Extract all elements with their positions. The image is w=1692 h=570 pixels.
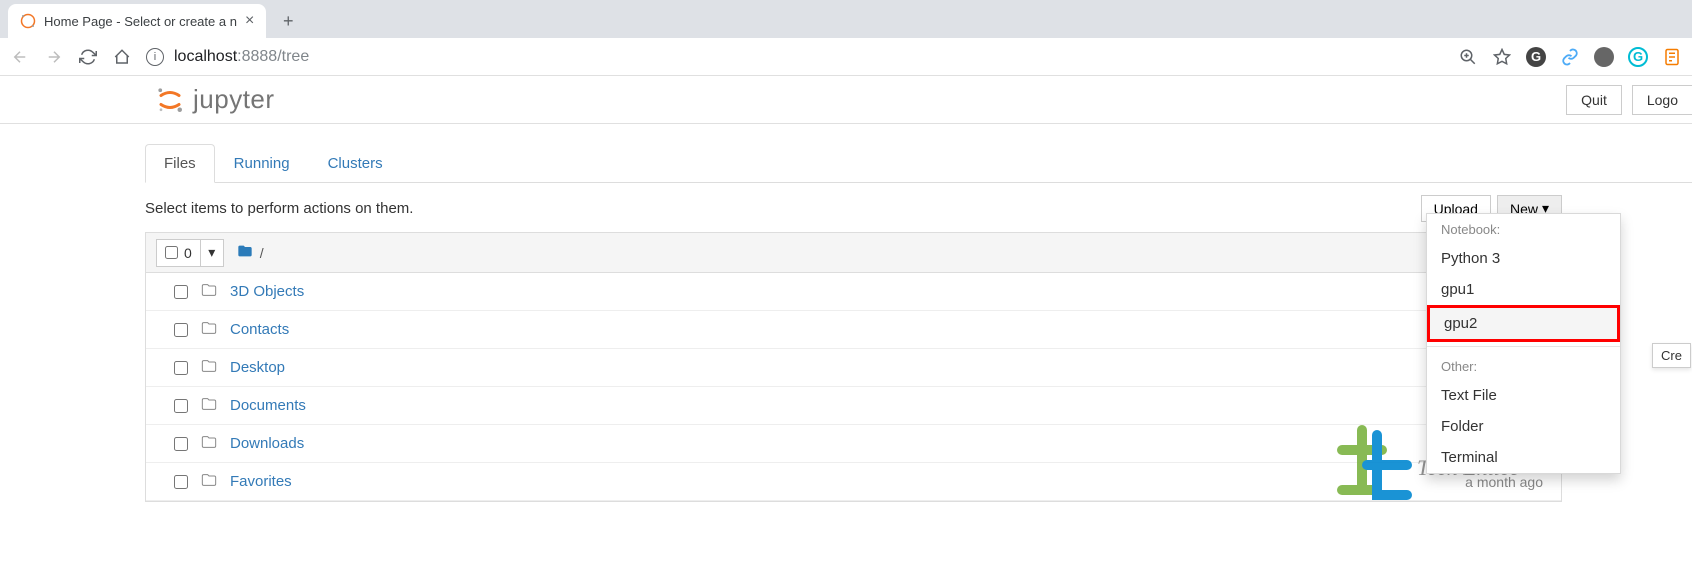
file-modified: a month ago xyxy=(1465,474,1543,490)
select-group: 0 ▾ xyxy=(156,239,224,267)
close-icon[interactable]: × xyxy=(245,12,254,30)
tab-files[interactable]: Files xyxy=(145,144,215,183)
file-list: 0 ▾ / Name Notebook: Python 3 gpu1 gpu2 … xyxy=(145,232,1562,502)
folder-outline-icon xyxy=(200,396,218,415)
forward-button[interactable] xyxy=(44,47,64,67)
select-menu-caret[interactable]: ▾ xyxy=(201,240,223,266)
jupyter-logo-icon xyxy=(155,85,185,115)
dropdown-item-gpu2[interactable]: gpu2 xyxy=(1427,305,1620,342)
tab-clusters[interactable]: Clusters xyxy=(309,144,402,183)
extension-icon-link[interactable] xyxy=(1560,47,1580,67)
extension-icon-doc[interactable] xyxy=(1662,47,1682,67)
row-checkbox[interactable] xyxy=(174,475,188,489)
select-all-checkbox[interactable] xyxy=(165,246,178,259)
browser-tab-title: Home Page - Select or create a n xyxy=(44,14,237,29)
file-name[interactable]: Documents xyxy=(230,397,306,414)
dropdown-divider xyxy=(1427,346,1620,347)
jupyter-logo-text: jupyter xyxy=(193,84,275,115)
url-field[interactable]: i localhost:8888/tree xyxy=(146,48,1444,66)
dropdown-item-folder[interactable]: Folder xyxy=(1427,411,1620,442)
tooltip: Cre xyxy=(1652,343,1691,368)
folder-outline-icon xyxy=(200,282,218,301)
dropdown-section-notebook: Notebook: xyxy=(1427,214,1620,243)
breadcrumb-root[interactable]: / xyxy=(260,245,264,261)
selected-count: 0 xyxy=(184,245,192,261)
dropdown-item-textfile[interactable]: Text File xyxy=(1427,380,1620,411)
row-checkbox[interactable] xyxy=(174,437,188,451)
list-item: Documents xyxy=(146,387,1561,425)
list-item: Downloads xyxy=(146,425,1561,463)
back-button[interactable] xyxy=(10,47,30,67)
home-button[interactable] xyxy=(112,47,132,67)
tab-running[interactable]: Running xyxy=(215,144,309,183)
extension-icon-g2[interactable]: G xyxy=(1628,47,1648,67)
row-checkbox[interactable] xyxy=(174,399,188,413)
folder-outline-icon xyxy=(200,320,218,339)
new-dropdown: Notebook: Python 3 gpu1 gpu2 Other: Text… xyxy=(1426,213,1621,474)
extension-icon-circle[interactable] xyxy=(1594,47,1614,67)
folder-outline-icon xyxy=(200,358,218,377)
folder-icon[interactable] xyxy=(236,243,254,262)
browser-tab[interactable]: Home Page - Select or create a n × xyxy=(8,4,266,38)
list-item: 3D Objects xyxy=(146,273,1561,311)
toolbar-hint: Select items to perform actions on them. xyxy=(145,200,413,217)
row-checkbox[interactable] xyxy=(174,361,188,375)
quit-button[interactable]: Quit xyxy=(1566,85,1622,115)
dropdown-item-terminal[interactable]: Terminal xyxy=(1427,442,1620,473)
file-list-header: 0 ▾ / Name xyxy=(146,233,1561,273)
list-item: Contacts xyxy=(146,311,1561,349)
url-host: localhost xyxy=(174,48,237,65)
file-name[interactable]: Desktop xyxy=(230,359,285,376)
browser-tab-strip: Home Page - Select or create a n × + xyxy=(0,0,1692,38)
row-checkbox[interactable] xyxy=(174,285,188,299)
logout-button[interactable]: Logo xyxy=(1632,85,1692,115)
folder-outline-icon xyxy=(200,472,218,491)
breadcrumb: / xyxy=(236,243,264,262)
row-checkbox[interactable] xyxy=(174,323,188,337)
select-all[interactable]: 0 xyxy=(157,240,201,266)
address-bar: i localhost:8888/tree G G xyxy=(0,38,1692,76)
dropdown-item-gpu1[interactable]: gpu1 xyxy=(1427,274,1620,305)
folder-outline-icon xyxy=(200,434,218,453)
url-path: /tree xyxy=(277,48,309,65)
zoom-icon[interactable] xyxy=(1458,47,1478,67)
file-name[interactable]: Favorites xyxy=(230,473,292,490)
jupyter-tabs: Files Running Clusters xyxy=(145,144,1692,183)
url-port: :8888 xyxy=(237,48,277,65)
file-name[interactable]: Contacts xyxy=(230,321,289,338)
list-item: Favorites a month ago xyxy=(146,463,1561,501)
jupyter-logo[interactable]: jupyter xyxy=(155,84,275,115)
reload-button[interactable] xyxy=(78,47,98,67)
extension-icon-g[interactable]: G xyxy=(1526,47,1546,67)
new-tab-button[interactable]: + xyxy=(274,7,302,35)
jupyter-favicon xyxy=(20,13,36,29)
dropdown-section-other: Other: xyxy=(1427,351,1620,380)
file-name[interactable]: 3D Objects xyxy=(230,283,304,300)
dropdown-item-python3[interactable]: Python 3 xyxy=(1427,243,1620,274)
star-icon[interactable] xyxy=(1492,47,1512,67)
site-info-icon[interactable]: i xyxy=(146,48,164,66)
list-item: Desktop xyxy=(146,349,1561,387)
jupyter-header: jupyter Quit Logo xyxy=(0,76,1692,124)
file-name[interactable]: Downloads xyxy=(230,435,304,452)
